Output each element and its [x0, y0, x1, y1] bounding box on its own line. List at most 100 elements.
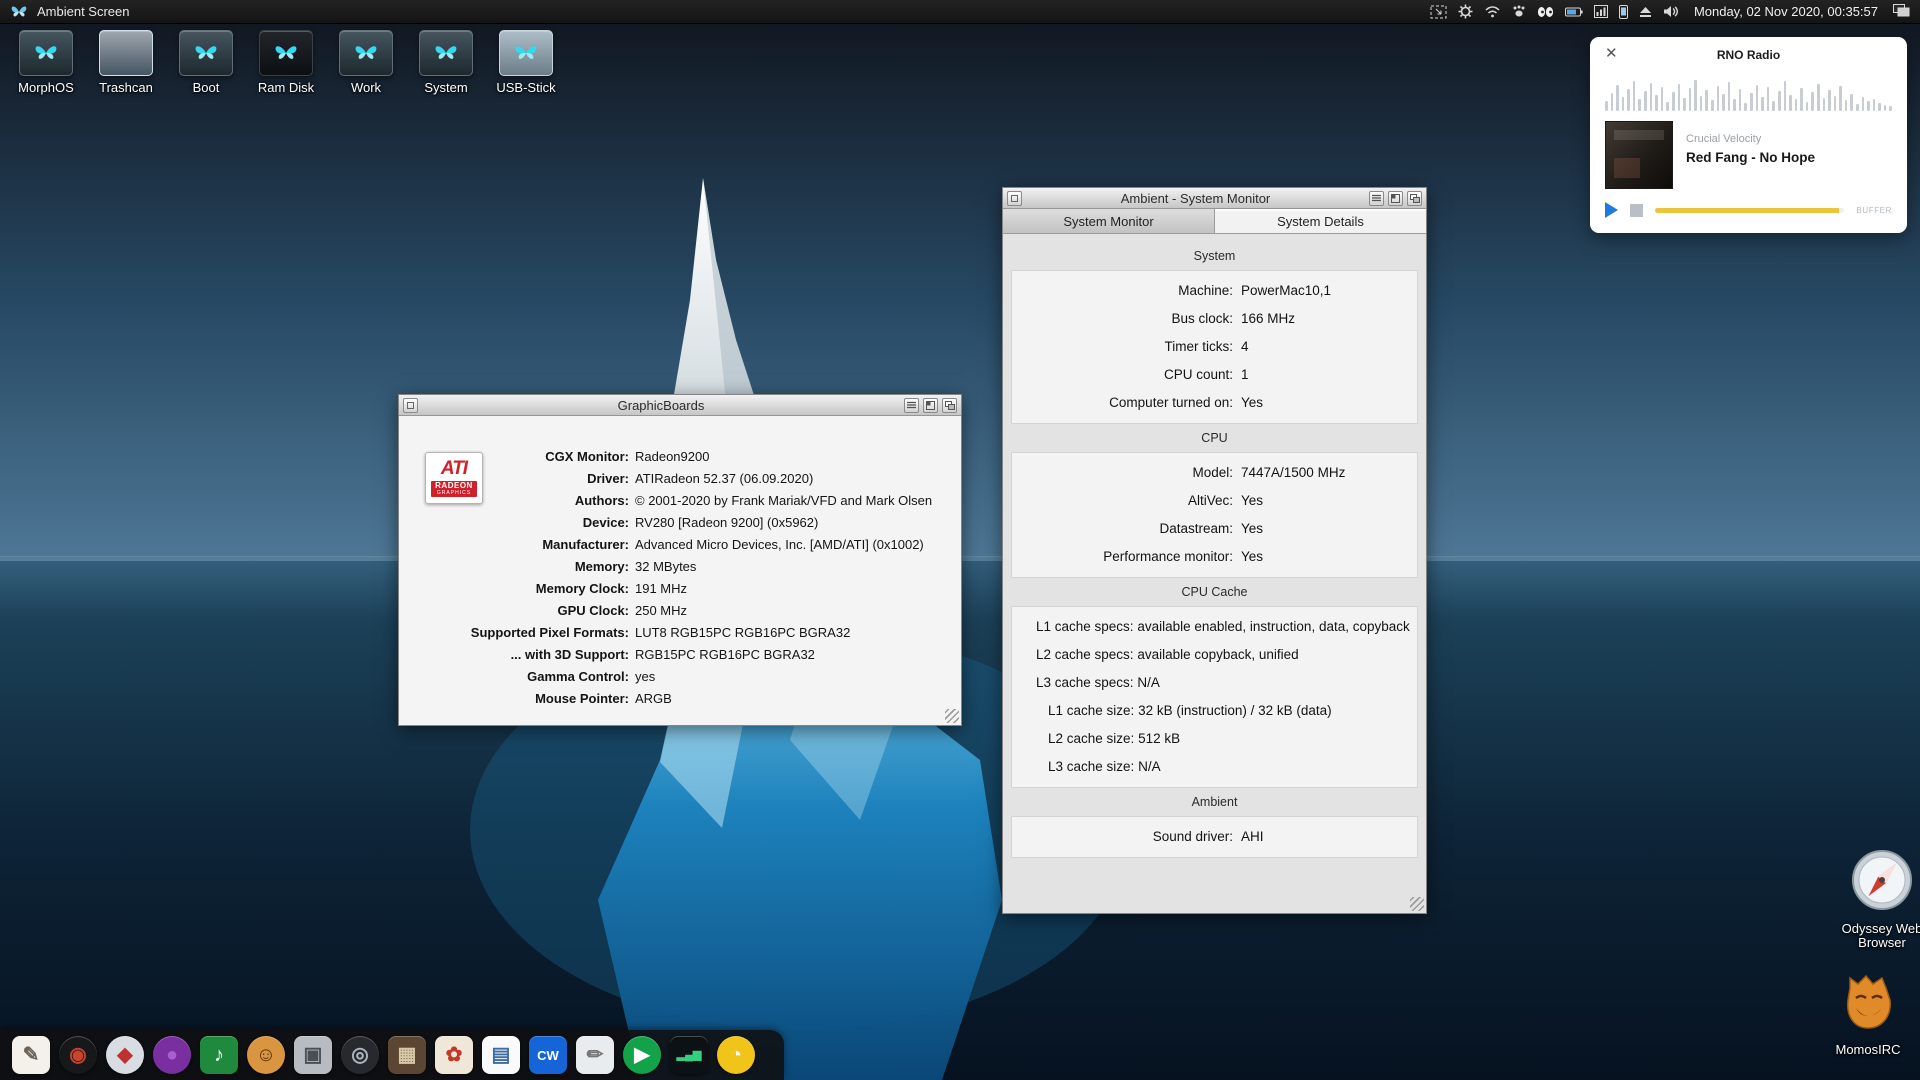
- spec-label: Mouse Pointer:: [399, 688, 629, 710]
- equalizer-bar: [1700, 96, 1703, 111]
- play-button[interactable]: [1605, 202, 1618, 218]
- info-label: Sound driver:: [1012, 823, 1233, 851]
- equalizer-bar: [1856, 104, 1859, 111]
- equalizer-bar: [1823, 98, 1826, 111]
- butterfly-icon: [353, 44, 379, 62]
- equalizer-bar: [1611, 93, 1614, 111]
- spec-row: Authors: © 2001-2020 by Frank Mariak/VFD…: [399, 490, 953, 512]
- desktop-icon-trashcan[interactable]: Trashcan: [86, 30, 166, 95]
- section-header: System: [1011, 242, 1418, 270]
- dock-icon-camera[interactable]: ◎: [341, 1036, 379, 1074]
- dock-icon-safe[interactable]: ▣: [294, 1036, 332, 1074]
- desktop-icon-system[interactable]: System: [406, 30, 486, 95]
- equalizer-bar: [1845, 100, 1848, 111]
- close-button[interactable]: [403, 398, 418, 413]
- spec-label: Driver:: [399, 468, 629, 490]
- desktop-icon-label: System: [424, 81, 467, 95]
- desktop-icon-label: USB-Stick: [496, 81, 555, 95]
- info-label: L3 cache specs:: [1036, 675, 1134, 690]
- tab-system-monitor[interactable]: System Monitor: [1003, 209, 1215, 233]
- info-value: Yes: [1241, 487, 1417, 515]
- desktop-icon-odyssey[interactable]: Odyssey Web Browser: [1822, 849, 1920, 951]
- equalizer-bar: [1705, 90, 1708, 111]
- dock-icon-pencil-editor[interactable]: ✏: [576, 1036, 614, 1074]
- zoom-button[interactable]: [923, 398, 938, 413]
- screen-grab-icon[interactable]: [1430, 5, 1447, 19]
- desktop-icon-usb-stick[interactable]: USB-Stick: [486, 30, 566, 95]
- close-button[interactable]: [1007, 191, 1022, 206]
- sysmon-section-cpu: CPU Model: 7447A/1500 MHz AltiVec: Yes D…: [1011, 424, 1418, 578]
- info-value: 1: [1241, 361, 1417, 389]
- equalizer-bar: [1850, 94, 1853, 111]
- info-label: Timer ticks:: [1012, 333, 1233, 361]
- titlebar[interactable]: GraphicBoards: [399, 395, 961, 416]
- depth-button[interactable]: [1407, 191, 1422, 206]
- spec-list: CGX Monitor: Radeon9200 Driver: ATIRadeo…: [399, 446, 953, 710]
- equalizer-bar: [1689, 88, 1692, 111]
- desktop-icon-boot[interactable]: Boot: [166, 30, 246, 95]
- eyes-icon[interactable]: [1537, 6, 1554, 18]
- dock-icon-notepad[interactable]: ✎: [12, 1036, 50, 1074]
- spec-row: Supported Pixel Formats: LUT8 RGB15PC RG…: [399, 622, 953, 644]
- wifi-icon[interactable]: [1484, 5, 1501, 18]
- equalizer-bar: [1778, 91, 1781, 111]
- dock-icon-pie-monitor[interactable]: ◔: [717, 1036, 755, 1074]
- dock-icon-mask-messenger[interactable]: ☺: [247, 1036, 285, 1074]
- buffer-progress-fill: [1655, 208, 1839, 213]
- dock-icon-vinyl-player[interactable]: ◉: [59, 1036, 97, 1074]
- equalizer-bar: [1873, 99, 1876, 111]
- info-row: Bus clock: 166 MHz: [1012, 305, 1417, 333]
- desktop-icon-label: Work: [351, 81, 381, 95]
- info-label: Machine:: [1012, 277, 1233, 305]
- info-row: Datastream: Yes: [1012, 515, 1417, 543]
- battery-icon[interactable]: [1565, 7, 1583, 17]
- info-label: Model:: [1012, 459, 1233, 487]
- volume-icon[interactable]: [1663, 5, 1679, 18]
- eject-icon[interactable]: [1639, 6, 1652, 18]
- system-monitor-window: Ambient - System Monitor System Monitor …: [1002, 187, 1427, 914]
- menu-button[interactable]: [904, 398, 919, 413]
- titlebar[interactable]: Ambient - System Monitor: [1003, 188, 1426, 209]
- morphos-butterfly-icon[interactable]: [10, 4, 28, 20]
- dock-icon-paint[interactable]: ✿: [435, 1036, 473, 1074]
- tab-system-details[interactable]: System Details: [1215, 209, 1426, 233]
- buffer-progress-bar[interactable]: [1655, 208, 1844, 213]
- dock-icon-web-compass[interactable]: ◆: [106, 1036, 144, 1074]
- dock-icon-play-media[interactable]: ▶: [623, 1036, 661, 1074]
- equalizer-bar: [1828, 90, 1831, 111]
- desktop-icon-momosirc[interactable]: MomosIRC: [1813, 972, 1920, 1057]
- chart-icon[interactable]: [1594, 5, 1608, 18]
- dock-icon-music-player[interactable]: ♪: [200, 1036, 238, 1074]
- desktop-icon-morphos[interactable]: MorphOS: [6, 30, 86, 95]
- screen-depth-icon[interactable]: [1893, 4, 1910, 20]
- menu-button[interactable]: [1369, 191, 1384, 206]
- dock-icon-cw-app[interactable]: CW: [529, 1036, 567, 1074]
- zoom-button[interactable]: [1388, 191, 1403, 206]
- spec-label: ... with 3D Support:: [399, 644, 629, 666]
- dock-icon-crate[interactable]: ▦: [388, 1036, 426, 1074]
- mobile-device-icon[interactable]: [1619, 5, 1628, 19]
- radio-artist: Crucial Velocity: [1686, 133, 1815, 145]
- stop-button[interactable]: [1630, 204, 1643, 217]
- paw-icon[interactable]: [1512, 5, 1526, 18]
- desktop-icon-ram-disk[interactable]: Ram Disk: [246, 30, 326, 95]
- dock-icon-grapher[interactable]: ▂▄▆: [670, 1036, 708, 1074]
- depth-button[interactable]: [942, 398, 957, 413]
- dock-icon-glyph: ▤: [492, 1045, 511, 1065]
- desktop-icon-work[interactable]: Work: [326, 30, 406, 95]
- butterfly-icon: [433, 44, 459, 62]
- info-row: L1 cache specs: available enabled, instr…: [1012, 613, 1417, 641]
- section-panel: L1 cache specs: available enabled, instr…: [1011, 606, 1418, 788]
- dock-icon-text-viewer[interactable]: ▤: [482, 1036, 520, 1074]
- equalizer-bar: [1728, 82, 1731, 111]
- resize-grip[interactable]: [945, 709, 959, 723]
- dock-icon-glyph: ✿: [446, 1045, 463, 1065]
- info-label: L2 cache size:: [1048, 731, 1134, 746]
- dock-icon-purple-orb[interactable]: ●: [153, 1036, 191, 1074]
- gear-icon[interactable]: [1458, 4, 1473, 19]
- resize-grip[interactable]: [1410, 897, 1424, 911]
- spec-label: GPU Clock:: [399, 600, 629, 622]
- menubar-clock: Monday, 02 Nov 2020, 00:35:57: [1694, 4, 1878, 19]
- graphicboards-content: ATI RADEON GRAPHICS CGX Monitor: Radeon9…: [399, 416, 961, 725]
- close-icon[interactable]: ✕: [1605, 46, 1618, 61]
